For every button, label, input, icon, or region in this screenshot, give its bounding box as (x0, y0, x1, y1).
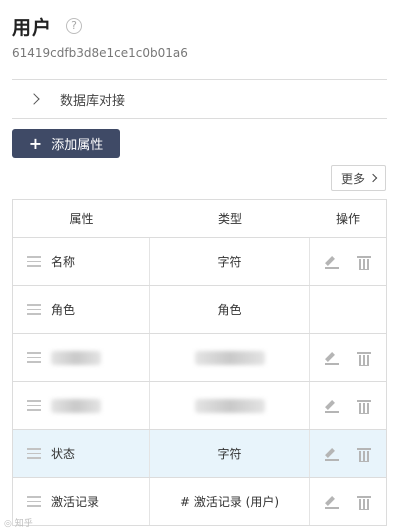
attribute-name: 角色 (51, 303, 76, 317)
type-cell: 角色 (150, 286, 310, 333)
table-row[interactable]: 角色 角色 (13, 286, 386, 334)
more-button[interactable]: 更多 (331, 165, 386, 191)
attribute-cell: 状态 (13, 430, 150, 477)
attribute-type: 字符 (217, 255, 242, 269)
trash-icon[interactable] (357, 255, 371, 270)
database-connection-label: 数据库对接 (60, 93, 126, 109)
column-header-attribute: 属性 (69, 212, 94, 226)
edit-icon[interactable] (325, 447, 339, 461)
attribute-cell: 角色 (13, 286, 150, 333)
drag-handle-icon[interactable] (27, 496, 41, 507)
title-row: 用户 ? (12, 12, 389, 40)
edit-icon[interactable] (325, 399, 339, 413)
attribute-type (194, 398, 265, 413)
table-body: 名称 字符 角色 角色 状态 字符 激活记录 # 激活记录 (用户) (13, 238, 386, 526)
drag-handle-icon[interactable] (27, 304, 41, 315)
add-attribute-label: 添加属性 (51, 138, 104, 153)
help-icon[interactable]: ? (66, 18, 83, 34)
entity-id: 61419cdfb3d8e1ce1c0b01a6 (12, 46, 188, 60)
attribute-cell (13, 382, 150, 429)
plus-icon: + (28, 133, 43, 153)
type-cell: # 激活记录 (用户) (150, 478, 310, 525)
attribute-type (194, 350, 265, 365)
column-header-type: 类型 (217, 212, 242, 226)
edit-icon[interactable] (325, 495, 339, 509)
page-header: 用户 ? 61419cdfb3d8e1ce1c0b01a6 (12, 12, 389, 61)
trash-icon[interactable] (357, 495, 371, 510)
trash-icon[interactable] (357, 399, 371, 414)
chevron-right-icon (28, 93, 40, 105)
type-cell: 字符 (150, 430, 310, 477)
actions-cell (310, 238, 386, 285)
type-cell (150, 334, 310, 381)
attribute-cell: 名称 (13, 238, 150, 285)
add-attribute-button[interactable]: + 添加属性 (12, 129, 120, 158)
watermark: ◎ 知乎 (4, 519, 33, 529)
database-connection-toggle[interactable]: 数据库对接 (12, 80, 387, 118)
attribute-cell (13, 334, 150, 381)
attribute-type: 角色 (217, 303, 242, 317)
table-row[interactable]: 名称 字符 (13, 238, 386, 286)
table-row[interactable] (13, 334, 386, 382)
drag-handle-icon[interactable] (27, 352, 41, 363)
drag-handle-icon[interactable] (27, 448, 41, 459)
attribute-type: # 激活记录 (用户) (179, 495, 280, 509)
table-header: 属性 类型 操作 (13, 200, 386, 238)
edit-icon[interactable] (325, 351, 339, 365)
table-row[interactable]: 激活记录 # 激活记录 (用户) (13, 478, 386, 526)
divider (12, 118, 387, 119)
actions-cell (310, 286, 386, 333)
actions-cell (310, 478, 386, 525)
actions-cell (310, 334, 386, 381)
attribute-name (51, 398, 101, 413)
drag-handle-icon[interactable] (27, 256, 41, 267)
attribute-name (51, 350, 101, 365)
chevron-right-icon (368, 173, 378, 183)
attribute-name: 名称 (51, 255, 76, 269)
trash-icon[interactable] (357, 447, 371, 462)
actions-cell (310, 382, 386, 429)
attribute-cell: 激活记录 (13, 478, 150, 525)
attribute-type: 字符 (217, 447, 242, 461)
drag-handle-icon[interactable] (27, 400, 41, 411)
table-row[interactable]: 状态 字符 (13, 430, 386, 478)
attribute-name: 状态 (51, 447, 76, 461)
attribute-name: 激活记录 (51, 495, 100, 509)
trash-icon[interactable] (357, 351, 371, 366)
table-row[interactable] (13, 382, 386, 430)
column-header-actions: 操作 (335, 212, 360, 226)
actions-cell (310, 430, 386, 477)
edit-icon[interactable] (325, 255, 339, 269)
type-cell (150, 382, 310, 429)
attributes-table: 属性 类型 操作 名称 字符 角色 角色 状态 字符 激活记录 # 激活记录 (用户) (12, 199, 387, 526)
more-label: 更多 (340, 171, 365, 186)
type-cell: 字符 (150, 238, 310, 285)
page-title: 用户 (12, 16, 53, 39)
